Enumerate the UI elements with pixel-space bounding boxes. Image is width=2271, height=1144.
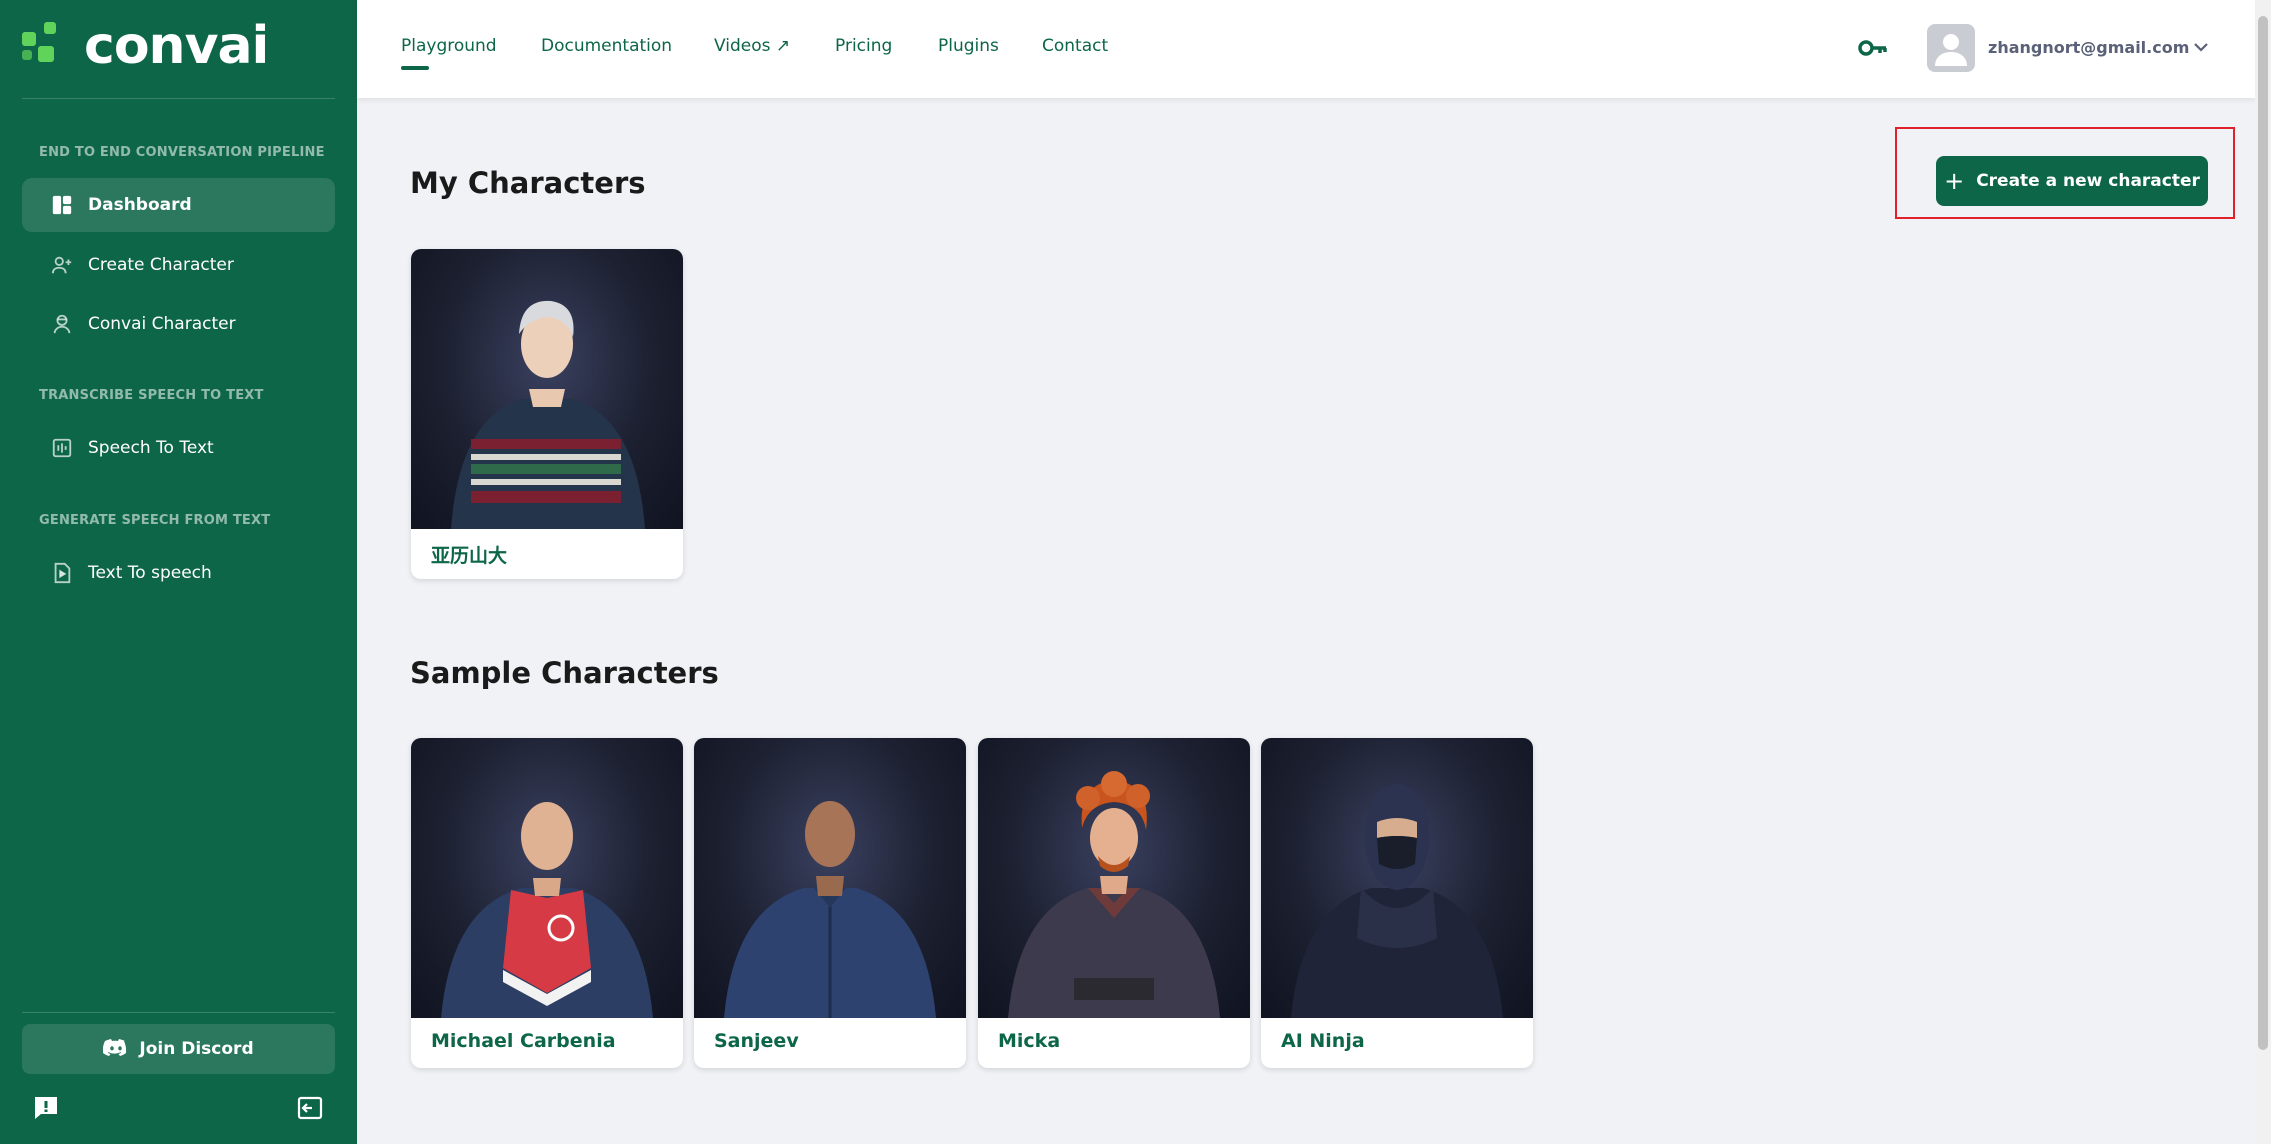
section-title-generate: GENERATE SPEECH FROM TEXT [39, 513, 271, 528]
character-card[interactable]: 亚历山大 [411, 249, 683, 579]
discord-icon [103, 1039, 127, 1056]
active-nav-indicator [401, 66, 429, 70]
scrollbar-thumb[interactable] [2258, 16, 2268, 1050]
sidebar: convai END TO END CONVERSATION PIPELINE … [0, 0, 357, 1144]
sidebar-item-label: Create Character [88, 255, 234, 275]
character-avatar-image [411, 249, 683, 529]
create-new-character-button[interactable]: + Create a new character [1936, 156, 2208, 206]
sidebar-item-convai-character[interactable]: Convai Character [22, 297, 335, 351]
sidebar-item-label: Text To speech [88, 563, 212, 583]
join-discord-button[interactable]: Join Discord [22, 1024, 335, 1074]
character-name: Micka [998, 1030, 1061, 1052]
character-avatar-image [1261, 738, 1533, 1018]
convai-logo[interactable]: convai [22, 16, 269, 76]
sidebar-item-create-character[interactable]: Create Character [22, 238, 335, 292]
add-user-icon [50, 253, 74, 277]
nav-pricing[interactable]: Pricing [835, 36, 892, 56]
sample-characters-title: Sample Characters [410, 656, 719, 690]
logo-text: convai [84, 16, 269, 76]
feedback-icon[interactable] [32, 1094, 60, 1122]
chevron-down-icon[interactable] [2192, 40, 2210, 54]
api-key-icon[interactable] [1858, 36, 1888, 60]
character-avatar-image [411, 738, 683, 1018]
nav-contact[interactable]: Contact [1042, 36, 1108, 56]
my-characters-title: My Characters [410, 166, 646, 200]
discord-label: Join Discord [139, 1039, 254, 1059]
section-title-transcribe: TRANSCRIBE SPEECH TO TEXT [39, 388, 264, 403]
sample-character-card[interactable]: Michael Carbenia [411, 738, 683, 1068]
section-title-conversation: END TO END CONVERSATION PIPELINE [39, 145, 325, 160]
sidebar-item-text-to-speech[interactable]: Text To speech [22, 546, 335, 600]
sidebar-item-label: Dashboard [88, 195, 192, 215]
sidebar-divider [22, 98, 335, 99]
create-button-label: Create a new character [1976, 171, 2200, 191]
user-email[interactable]: zhangnort@gmail.com [1988, 38, 2189, 57]
avatar[interactable] [1927, 24, 1975, 72]
dashboard-icon [50, 193, 74, 217]
sidebar-item-label: Convai Character [88, 314, 236, 334]
sample-character-card[interactable]: AI Ninja [1261, 738, 1533, 1068]
nav-documentation[interactable]: Documentation [541, 36, 672, 56]
collapse-sidebar-icon[interactable] [296, 1094, 324, 1122]
sidebar-item-speech-to-text[interactable]: Speech To Text [22, 421, 335, 475]
audio-wave-icon [50, 436, 74, 460]
character-name: AI Ninja [1281, 1030, 1365, 1052]
sidebar-item-label: Speech To Text [88, 438, 214, 458]
plus-icon: + [1944, 167, 1965, 195]
sidebar-divider [22, 1012, 335, 1013]
sample-character-card[interactable]: Sanjeev [694, 738, 966, 1068]
character-icon [50, 312, 74, 336]
character-name: Sanjeev [714, 1030, 799, 1052]
character-name: 亚历山大 [431, 545, 508, 567]
character-name: Michael Carbenia [431, 1030, 616, 1052]
character-avatar-image [978, 738, 1250, 1018]
top-navigation-bar: Playground Documentation Videos ↗ Pricin… [357, 0, 2255, 98]
character-avatar-image [694, 738, 966, 1018]
audio-file-icon [50, 561, 74, 585]
logo-mark-icon [22, 22, 70, 70]
nav-playground[interactable]: Playground [401, 36, 497, 56]
nav-plugins[interactable]: Plugins [938, 36, 999, 56]
nav-videos[interactable]: Videos ↗ [714, 36, 790, 56]
sample-character-card[interactable]: Micka [978, 738, 1250, 1068]
sidebar-item-dashboard[interactable]: Dashboard [22, 178, 335, 232]
